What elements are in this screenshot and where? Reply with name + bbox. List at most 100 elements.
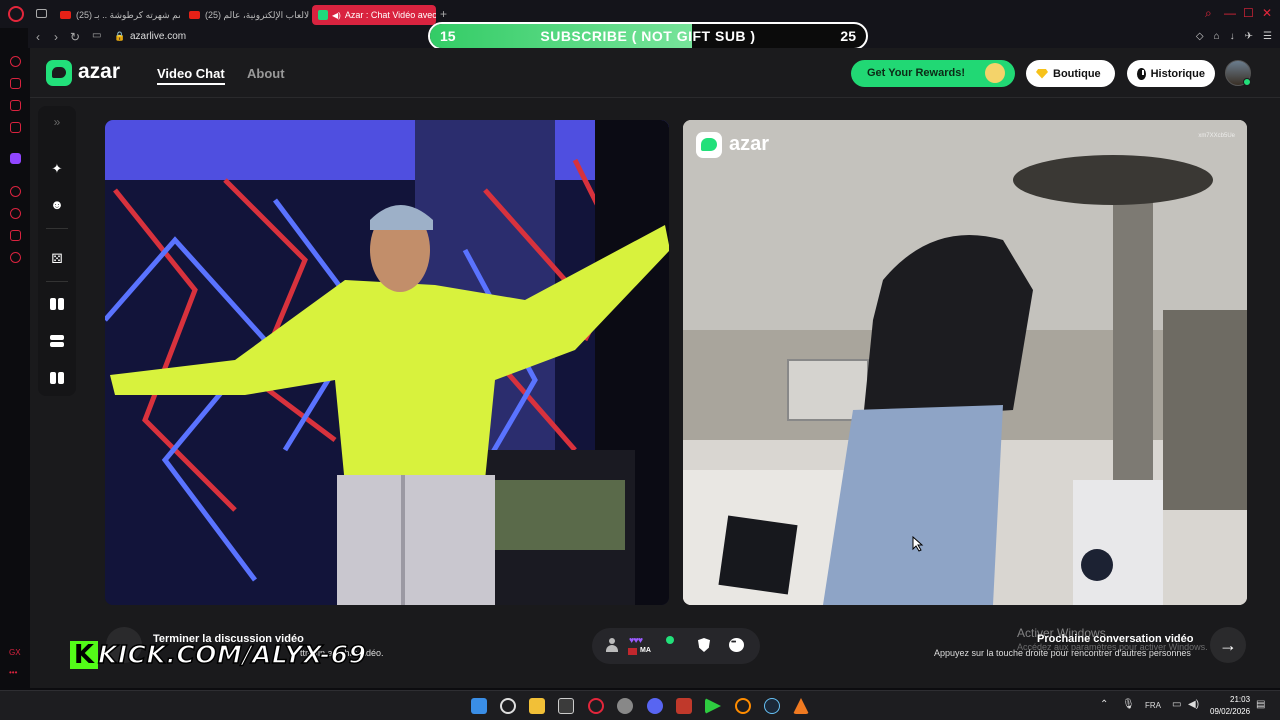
tray-chevron-icon[interactable]: ⌃ — [1100, 699, 1108, 710]
search-icon[interactable] — [500, 698, 516, 714]
opera-logo-icon[interactable] — [8, 6, 24, 22]
network-icon[interactable]: ▭ — [1172, 699, 1181, 710]
clock-time: 21:03 — [1230, 695, 1251, 704]
layout-side-by-side-icon[interactable] — [50, 298, 64, 310]
nav-about[interactable]: About — [247, 66, 285, 81]
video-tools-panel: » ✦ ☻ ⚄ — [38, 106, 76, 396]
download-icon[interactable]: ↓ — [1230, 31, 1235, 42]
sub-goal-title: SUBSCRIBE ( NOT GIFT SUB ) — [540, 28, 756, 44]
shopping-icon[interactable] — [10, 78, 21, 89]
azar-logo-text[interactable]: azar — [78, 60, 120, 84]
search-tool-icon[interactable] — [735, 698, 751, 714]
divider — [46, 281, 68, 282]
tab-azar[interactable]: ◀) Azar : Chat Vidéo avec — [312, 5, 436, 25]
sub-goal-overlay: 15 SUBSCRIBE ( NOT GIFT SUB ) 25 — [428, 22, 868, 50]
notifications-icon[interactable]: ▤ — [1256, 699, 1265, 710]
menu-icon[interactable]: ☰ — [1263, 31, 1272, 42]
partner-info-pill: ♥♥♥ MA — [592, 628, 760, 664]
tab-youtube-1[interactable]: (25) إسم شهرته كرطوشة .. بـ — [54, 5, 180, 25]
person-icon — [606, 638, 618, 652]
tab-label: (25) إسم شهرته كرطوشة .. بـ — [76, 9, 180, 20]
language-indicator[interactable]: FRA — [1145, 701, 1161, 710]
historique-button[interactable]: Historique — [1127, 60, 1215, 87]
back-button[interactable]: ‹ — [36, 30, 40, 44]
minimize-button[interactable]: — — [1224, 6, 1236, 20]
news-icon[interactable] — [10, 122, 21, 133]
maximize-button[interactable]: ☐ — [1243, 6, 1254, 20]
report-shield-icon[interactable] — [698, 638, 710, 652]
aria-ai-icon[interactable]: ✈ — [1245, 31, 1253, 42]
windows-start-icon[interactable] — [471, 698, 487, 714]
new-tab-button[interactable]: + — [440, 7, 447, 21]
vlc-icon[interactable] — [793, 698, 809, 714]
discord-icon[interactable] — [647, 698, 663, 714]
player-icon[interactable] — [10, 186, 21, 197]
nav-video-chat[interactable]: Video Chat — [157, 66, 225, 85]
expand-chevron-icon[interactable]: » — [49, 114, 65, 130]
reload-icon[interactable]: ↻ — [70, 30, 80, 44]
face-filter-icon[interactable]: ☻ — [49, 197, 65, 213]
twitch-icon[interactable] — [10, 153, 21, 164]
lock-icon: 🔒 — [114, 31, 126, 41]
tab-youtube-2[interactable]: (25) الالعاب الإلكترونية، عالم — [183, 5, 309, 25]
historique-label: Historique — [1150, 67, 1205, 80]
play-icon[interactable] — [705, 698, 721, 714]
windows-taskbar: ⌃ 🎙 FRA ▭ ◀) 21:03 09/02/2026 ▤ — [0, 690, 1280, 720]
tab-label: (25) الالعاب الإلكترونية، عالم — [205, 9, 309, 20]
magic-wand-icon[interactable]: ✦ — [49, 161, 65, 177]
camera-icon[interactable]: ▭ — [92, 30, 101, 41]
remote-user-id: xm7XXcb5Ue — [1198, 133, 1235, 139]
aria-icon[interactable] — [10, 56, 21, 67]
next-chat-subtitle: Appuyez sur la touche droite pour rencon… — [934, 648, 1191, 658]
boutique-label: Boutique — [1053, 67, 1101, 80]
extension-icon[interactable]: ◇ — [1196, 31, 1204, 42]
url-field[interactable]: azarlive.com — [130, 31, 186, 42]
opera-gx-taskbar-icon[interactable] — [588, 698, 604, 714]
sub-goal-target: 25 — [840, 28, 856, 44]
hearts-icon: ♥♥♥ — [629, 635, 643, 645]
get-rewards-button[interactable]: Get Your Rewards! — [851, 60, 1015, 87]
tab-label: Azar : Chat Vidéo avec — [344, 10, 436, 20]
layout-stacked-icon[interactable] — [50, 335, 64, 347]
close-window-button[interactable]: ✕ — [1262, 6, 1272, 20]
dice-icon[interactable]: ⚄ — [49, 251, 65, 267]
steam-icon[interactable] — [764, 698, 780, 714]
speaker-icon: ◀) — [332, 10, 341, 20]
azar-favicon-icon — [318, 10, 328, 20]
history-icon[interactable] — [10, 208, 21, 219]
microphone-icon[interactable]: 🎙 — [1122, 699, 1135, 710]
snapshot-icon[interactable]: ⌂ — [1214, 31, 1220, 42]
media-app-icon[interactable] — [676, 698, 692, 714]
gx-icon[interactable]: GX — [9, 648, 21, 657]
volume-icon[interactable]: ◀) — [1188, 699, 1199, 710]
store-icon[interactable] — [558, 698, 574, 714]
boutique-button[interactable]: Boutique — [1026, 60, 1115, 87]
remote-video: azar xm7XXcb5Ue — [683, 120, 1247, 605]
mouse-cursor-icon — [912, 536, 924, 552]
forward-button[interactable]: › — [54, 30, 58, 44]
chat-bubble-icon[interactable] — [729, 638, 744, 652]
more-icon[interactable]: ••• — [9, 668, 17, 677]
azar-logo-icon[interactable] — [46, 60, 72, 86]
layout-pip-icon[interactable] — [50, 372, 64, 384]
youtube-icon — [60, 11, 71, 19]
local-video — [105, 120, 669, 605]
opera-sidebar: GX ••• — [0, 48, 30, 690]
chrome-icon[interactable] — [617, 698, 633, 714]
kick-url-overlay: KICK.COM/ALYX-69 — [97, 639, 367, 670]
extensions-icon[interactable] — [10, 230, 21, 241]
file-explorer-icon[interactable] — [529, 698, 545, 714]
taskbar-clock[interactable]: 21:03 09/02/2026 — [1210, 694, 1250, 718]
next-chat-button[interactable]: → — [1210, 627, 1246, 663]
settings-icon[interactable] — [10, 252, 21, 263]
diamond-icon — [1036, 68, 1048, 79]
divider — [46, 228, 68, 229]
local-video-scene — [105, 120, 669, 605]
clock-date: 09/02/2026 — [1210, 707, 1251, 716]
youtube-icon — [189, 11, 200, 19]
remote-video-scene — [683, 120, 1247, 605]
search-tabs-icon[interactable]: ⌕ — [1205, 6, 1212, 21]
messenger-icon[interactable] — [10, 100, 21, 111]
tab-menu-icon[interactable] — [36, 9, 47, 18]
gift-icon — [985, 63, 1005, 83]
